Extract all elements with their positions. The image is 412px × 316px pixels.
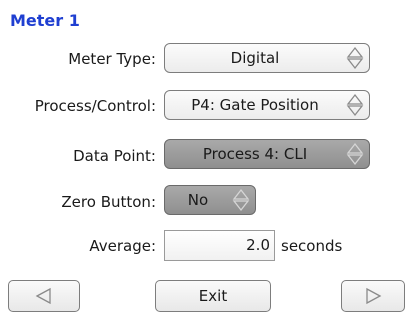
zero-button-label: Zero Button: [61, 193, 156, 211]
left-arrow-icon [35, 287, 51, 305]
page-title: Meter 1 [10, 11, 80, 30]
average-label: Average: [89, 237, 156, 255]
average-units: seconds [281, 237, 343, 255]
process-control-label: Process/Control: [34, 97, 156, 115]
previous-button[interactable] [8, 280, 80, 312]
meter-type-value: Digital [230, 49, 280, 67]
meter-type-label: Meter Type: [68, 50, 156, 68]
data-point-value: Process 4: CLI [202, 145, 308, 163]
next-button[interactable] [341, 280, 405, 312]
updown-spinner-icon [346, 93, 364, 117]
zero-button-value: No [187, 191, 209, 209]
updown-spinner-icon [232, 188, 250, 212]
process-control-value: P4: Gate Position [191, 96, 319, 114]
data-point-label: Data Point: [73, 147, 156, 165]
meter-type-select[interactable]: Digital [164, 43, 370, 73]
right-arrow-icon [366, 287, 382, 305]
zero-button-select[interactable]: No [164, 185, 256, 215]
average-input[interactable]: 2.0 [164, 230, 275, 261]
updown-spinner-icon [346, 46, 364, 70]
data-point-select[interactable]: Process 4: CLI [164, 139, 370, 169]
updown-spinner-icon [346, 142, 364, 166]
exit-button[interactable]: Exit [155, 280, 271, 312]
process-control-select[interactable]: P4: Gate Position [164, 90, 370, 120]
